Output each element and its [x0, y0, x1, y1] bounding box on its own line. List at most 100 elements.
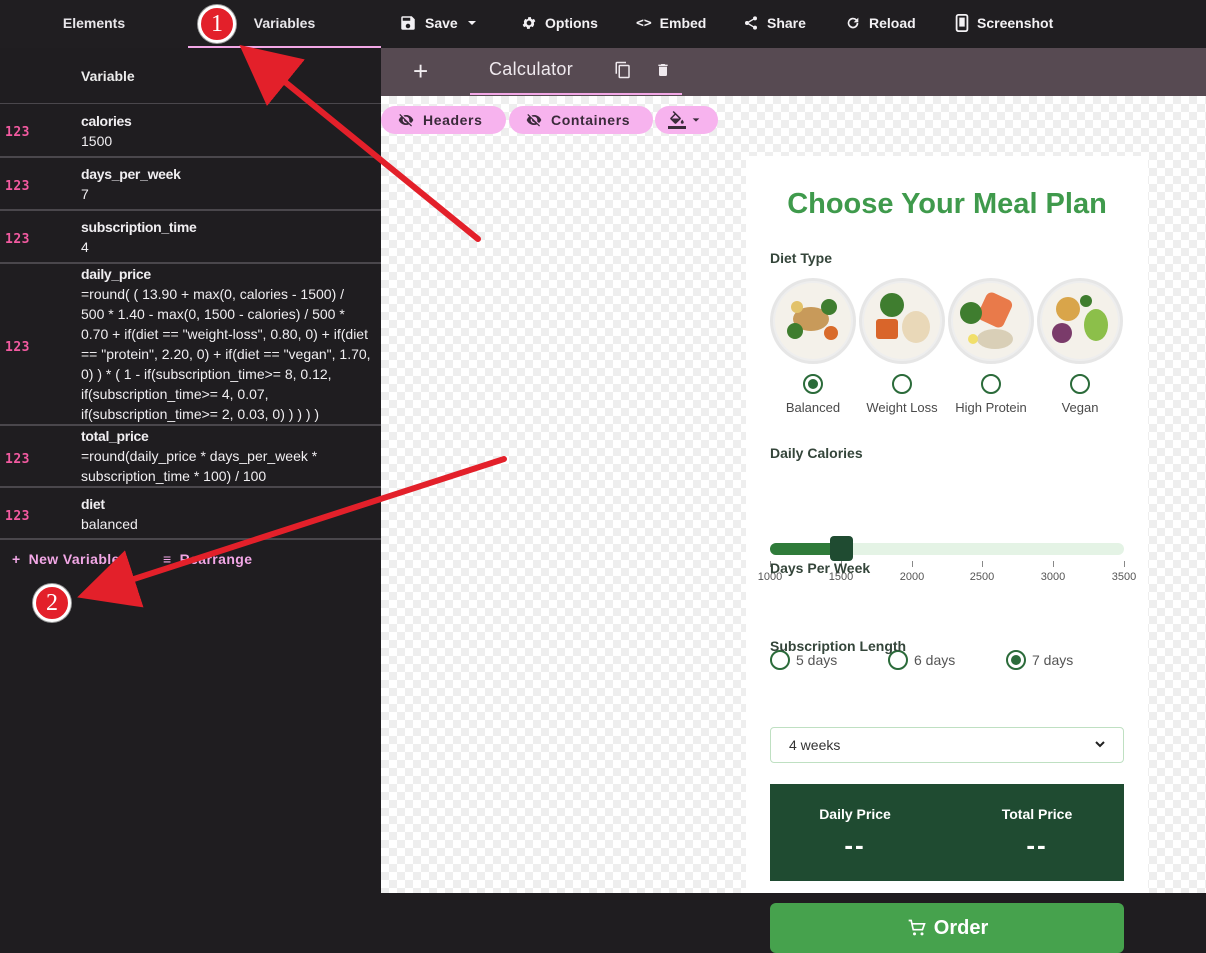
tab-calculator[interactable]: Calculator	[470, 48, 682, 95]
save-button[interactable]: Save	[399, 0, 478, 46]
top-bar: Elements Variables Save Options <> Embed…	[0, 0, 1206, 48]
days-option-7[interactable]: 7 days	[1006, 650, 1073, 670]
embed-button[interactable]: <> Embed	[636, 0, 706, 46]
slider-tick-label: 2000	[899, 571, 925, 583]
save-label: Save	[425, 15, 458, 31]
diet-radio-balanced[interactable]	[803, 374, 823, 394]
variables-panel: Variable 123 calories 1500 123 days_per_…	[0, 48, 381, 893]
containers-label: Containers	[551, 112, 631, 128]
headers-toggle[interactable]: Headers	[381, 106, 506, 134]
number-type-icon: 123	[5, 452, 30, 467]
eye-off-icon	[526, 114, 542, 127]
variable-value: 4	[81, 239, 89, 255]
number-type-icon: 123	[5, 125, 30, 140]
days-radio-7[interactable]	[1006, 650, 1026, 670]
annotation-badge-2: 2	[33, 584, 71, 622]
variable-row-diet[interactable]: 123 diet balanced	[0, 488, 381, 540]
number-type-icon: 123	[5, 509, 30, 524]
variable-column-header: Variable	[81, 68, 135, 84]
diet-label: Vegan	[1061, 400, 1099, 415]
number-type-icon: 123	[5, 232, 30, 247]
days-label: 7 days	[1032, 652, 1074, 668]
slider-thumb[interactable]	[830, 536, 853, 561]
daily-price-value: --	[844, 830, 866, 860]
trash-icon[interactable]	[655, 60, 671, 80]
variable-row-days-per-week[interactable]: 123 days_per_week 7	[0, 158, 381, 211]
diet-radio-weight-loss[interactable]	[892, 374, 912, 394]
variable-name: total_price	[81, 428, 149, 444]
rearrange-icon: ≡	[163, 551, 172, 567]
canvas-tab-bar: + Calculator	[381, 48, 1206, 96]
diet-type-label: Diet Type	[770, 250, 832, 266]
calories-slider[interactable]	[770, 536, 1124, 561]
reload-label: Reload	[869, 15, 916, 31]
slider-tick-label: 3000	[1040, 571, 1066, 583]
subscription-select[interactable]: 4 weeks	[770, 727, 1124, 763]
meal-image-weight-loss	[859, 278, 945, 364]
slider-tick-label: 3500	[1111, 571, 1137, 583]
variable-row-daily-price[interactable]: 123 daily_price =round( ( 13.90 + max(0,…	[0, 264, 381, 426]
number-type-icon: 123	[5, 340, 30, 355]
meal-plan-calculator: Choose Your Meal Plan Diet Type Balanced…	[746, 156, 1148, 953]
reload-icon	[847, 17, 859, 29]
slider-tick	[1124, 561, 1125, 567]
options-button[interactable]: Options	[521, 0, 598, 46]
chevron-down-icon	[1095, 741, 1105, 748]
tab-elements[interactable]: Elements	[0, 0, 188, 48]
reload-button[interactable]: Reload	[845, 0, 916, 46]
meal-image-vegan	[1037, 278, 1123, 364]
paint-bucket-menu[interactable]	[655, 106, 718, 134]
diet-label: Balanced	[785, 400, 841, 415]
variable-name: subscription_time	[81, 219, 197, 235]
diet-option-balanced[interactable]: Balanced	[768, 278, 858, 415]
variable-formula: =round( ( 13.90 + max(0, calories - 1500…	[81, 286, 371, 422]
rearrange-label: Rearrange	[179, 551, 253, 567]
subscription-value: 4 weeks	[789, 737, 841, 753]
variable-value: balanced	[81, 516, 138, 532]
daily-calories-label: Daily Calories	[770, 445, 863, 461]
caret-down-icon	[467, 21, 476, 25]
diet-radio-high-protein[interactable]	[981, 374, 1001, 394]
slider-tick-label: 2500	[969, 571, 995, 583]
save-icon	[401, 16, 415, 30]
variable-row-subscription-time[interactable]: 123 subscription_time 4	[0, 211, 381, 264]
embed-label: Embed	[659, 15, 707, 31]
slider-tick	[912, 561, 913, 567]
share-label: Share	[767, 15, 806, 31]
plus-icon: +	[12, 551, 21, 567]
diet-radio-vegan[interactable]	[1070, 374, 1090, 394]
variable-value: 1500	[81, 133, 113, 149]
containers-toggle[interactable]: Containers	[509, 106, 653, 134]
number-type-icon: 123	[5, 179, 30, 194]
total-price-label: Total Price	[1001, 806, 1073, 822]
days-label: 5 days	[796, 652, 838, 668]
days-per-week-label: Days Per Week	[770, 560, 871, 576]
variable-value: 7	[81, 186, 89, 202]
options-label: Options	[545, 15, 598, 31]
variable-name: days_per_week	[81, 166, 181, 182]
share-button[interactable]: Share	[743, 0, 806, 46]
variable-row-calories[interactable]: 123 calories 1500	[0, 105, 381, 158]
days-label: 6 days	[914, 652, 956, 668]
phone-icon	[955, 14, 969, 32]
diet-option-weight-loss[interactable]: Weight Loss	[857, 278, 947, 415]
code-icon: <>	[636, 15, 652, 31]
meal-image-balanced	[770, 278, 856, 364]
diet-option-vegan[interactable]: Vegan	[1035, 278, 1125, 415]
new-variable-button[interactable]: + New Variable	[12, 551, 120, 567]
variable-row-total-price[interactable]: 123 total_price =round(daily_price * day…	[0, 426, 381, 488]
new-variable-label: New Variable	[28, 551, 120, 567]
headers-label: Headers	[423, 112, 483, 128]
copy-icon[interactable]	[614, 60, 632, 80]
screenshot-button[interactable]: Screenshot	[955, 0, 1053, 46]
variable-name: calories	[81, 113, 132, 129]
order-button[interactable]: Order	[770, 903, 1124, 953]
diet-option-high-protein[interactable]: High Protein	[946, 278, 1036, 415]
variable-formula: =round(daily_price * days_per_week * sub…	[81, 448, 318, 484]
paint-bucket-icon	[668, 111, 686, 129]
rearrange-button[interactable]: ≡ Rearrange	[163, 551, 252, 567]
preview-canvas: Headers Containers Choose Your Meal Plan…	[381, 96, 1206, 953]
add-tab-button[interactable]: +	[413, 56, 428, 87]
daily-price: Daily Price --	[780, 806, 930, 861]
cart-icon	[908, 919, 926, 936]
